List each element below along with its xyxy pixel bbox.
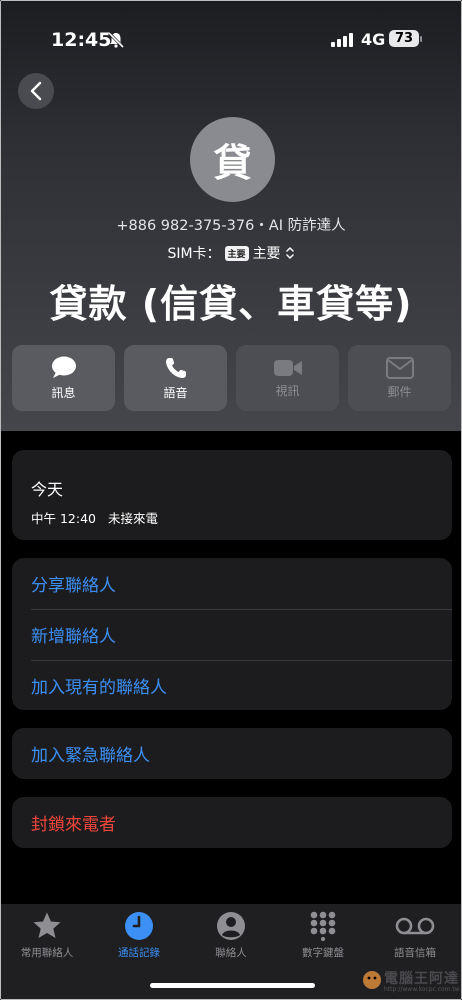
tab-recents-label: 通話記錄 bbox=[118, 947, 160, 959]
mail-label: 郵件 bbox=[387, 384, 412, 399]
contact-name: 貸款 (信貸、車貸等) bbox=[49, 282, 413, 326]
emergency-card: 加入緊急聯絡人 bbox=[12, 728, 452, 779]
voicemail-icon bbox=[395, 917, 435, 935]
tab-keypad-label: 數字鍵盤 bbox=[302, 947, 344, 959]
tab-contacts-label: 聯絡人 bbox=[215, 947, 247, 959]
recent-call-time: 中午 12:40 bbox=[31, 511, 96, 526]
quick-actions: 訊息 語音 視訊 郵件 bbox=[12, 345, 452, 411]
video-icon bbox=[273, 359, 302, 376]
phone-screen: 12:45 4G 73 貸 +886 982-375-376・AI 防詐達人 S… bbox=[0, 0, 462, 1000]
recent-call-type: 未接來電 bbox=[107, 511, 158, 526]
recent-call-day: 今天 bbox=[31, 480, 64, 499]
message-icon bbox=[51, 356, 76, 378]
sim-label: 主要 bbox=[252, 246, 281, 262]
network-type: 4G bbox=[361, 30, 386, 49]
contact-options-card: 分享聯絡人 新增聯絡人 加入現有的聯絡人 bbox=[12, 558, 452, 710]
block-caller-link[interactable]: 封鎖來電者 bbox=[12, 797, 452, 848]
chevron-left-icon bbox=[30, 81, 42, 101]
battery-icon: 73 bbox=[389, 30, 419, 47]
sim-badge: 主要 bbox=[224, 245, 249, 261]
phone-number-label: +886 982-375-376・AI 防詐達人 bbox=[116, 218, 346, 234]
add-to-existing-link[interactable]: 加入現有的聯絡人 bbox=[12, 660, 452, 711]
clock-icon bbox=[125, 912, 153, 940]
voice-call-button[interactable]: 語音 bbox=[124, 345, 227, 411]
back-button[interactable] bbox=[18, 73, 54, 109]
video-call-button[interactable]: 視訊 bbox=[236, 345, 339, 411]
tab-voicemail-label: 語音信箱 bbox=[394, 947, 436, 959]
mail-button[interactable]: 郵件 bbox=[348, 345, 451, 411]
avatar: 貸 bbox=[190, 117, 275, 202]
message-label: 訊息 bbox=[51, 385, 76, 400]
watermark-text: 電腦王阿達 bbox=[384, 971, 459, 987]
mail-icon bbox=[385, 356, 414, 379]
new-contact-link[interactable]: 新增聯絡人 bbox=[12, 609, 452, 660]
phone-icon bbox=[165, 357, 186, 378]
star-icon bbox=[33, 912, 61, 938]
contact-header: 12:45 4G 73 貸 +886 982-375-376・AI 防詐達人 S… bbox=[1, 1, 461, 431]
add-emergency-contact-link[interactable]: 加入緊急聯絡人 bbox=[12, 728, 452, 779]
silent-bell-icon bbox=[107, 31, 125, 49]
signal-icon bbox=[331, 33, 353, 47]
message-button[interactable]: 訊息 bbox=[12, 345, 115, 411]
battery-nub bbox=[420, 36, 422, 42]
status-bar: 12:45 4G 73 bbox=[1, 25, 461, 55]
home-indicator[interactable] bbox=[150, 983, 315, 988]
person-icon bbox=[217, 912, 245, 940]
status-time: 12:45 bbox=[51, 29, 112, 51]
watermark-url: http://www.kocpc.com.tw bbox=[384, 986, 460, 993]
sim-prefix: SIM卡： bbox=[167, 246, 221, 262]
keypad-icon bbox=[310, 911, 336, 941]
chevron-up-down-icon bbox=[285, 247, 294, 259]
sim-selector[interactable]: SIM卡： 主要 主要 bbox=[1, 243, 461, 263]
block-card: 封鎖來電者 bbox=[12, 797, 452, 848]
voice-label: 語音 bbox=[163, 385, 188, 400]
video-label: 視訊 bbox=[275, 383, 300, 398]
share-contact-link[interactable]: 分享聯絡人 bbox=[12, 558, 452, 609]
tab-favorites[interactable]: 常用聯絡人 bbox=[1, 904, 93, 999]
tab-favorites-label: 常用聯絡人 bbox=[20, 947, 74, 959]
recent-call-detail: 中午 12:40 未接來電 bbox=[31, 508, 166, 527]
recent-call-card: 今天 中午 12:40 未接來電 bbox=[12, 450, 452, 540]
